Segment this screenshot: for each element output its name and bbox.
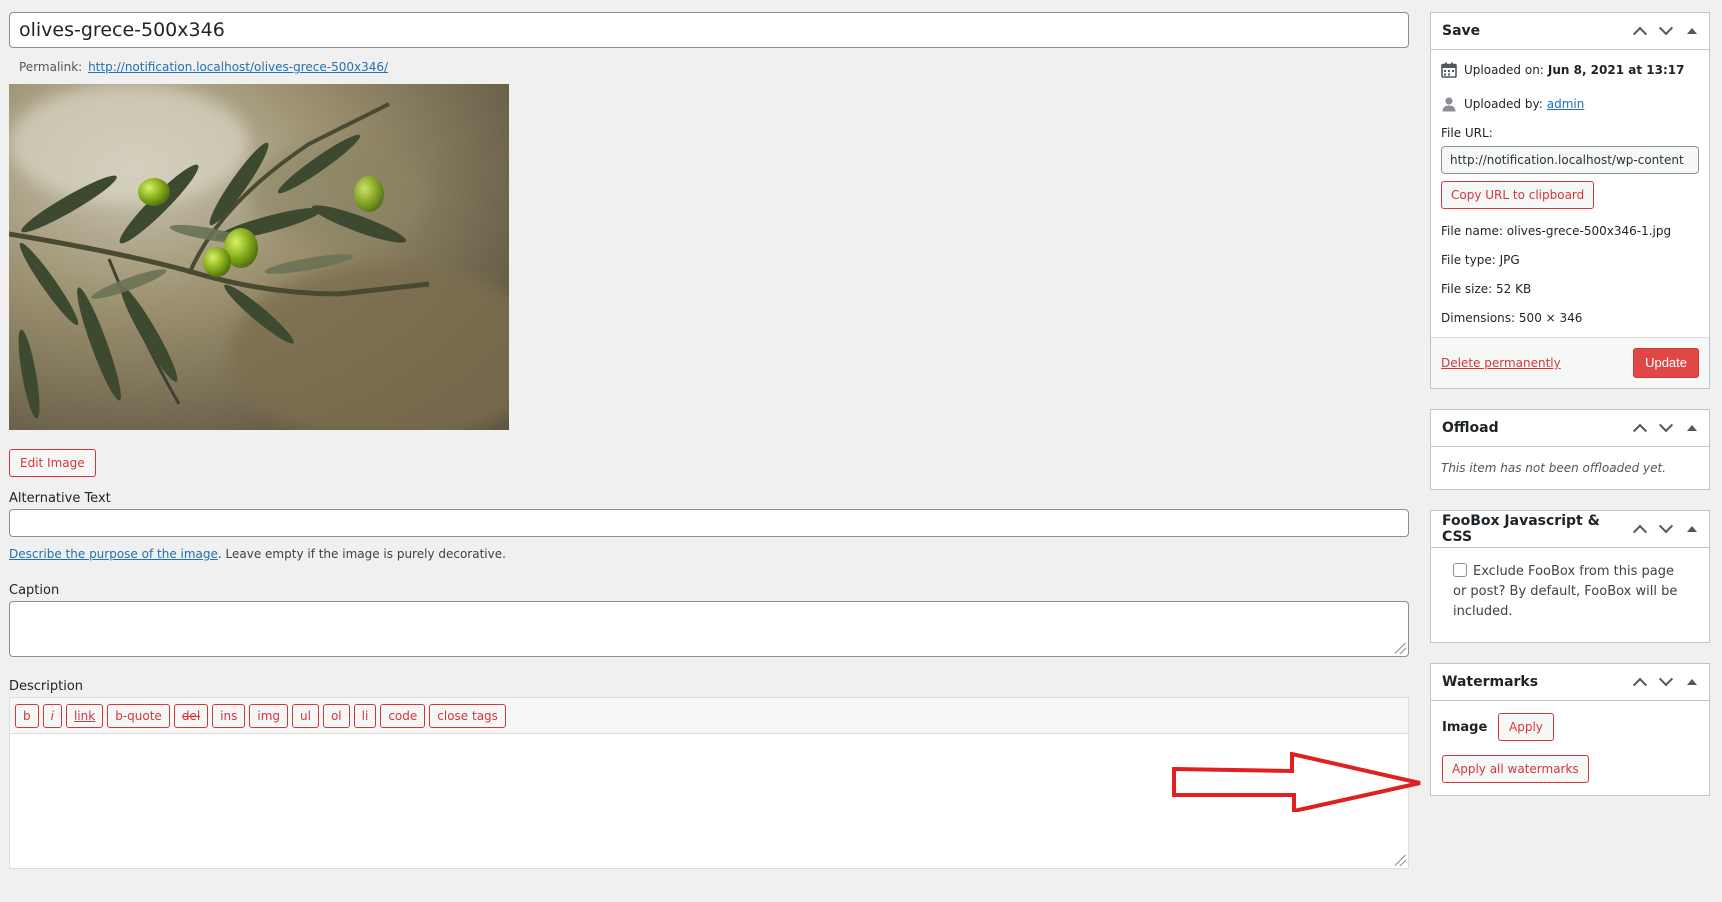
move-up-icon[interactable] xyxy=(1627,18,1653,44)
foobox-box-body: Exclude FooBox from this page or post? B… xyxy=(1431,548,1709,642)
dimensions-value: 500 × 346 xyxy=(1518,311,1583,325)
qt-li-button[interactable]: li xyxy=(353,703,377,728)
offload-box-header: Offload xyxy=(1431,410,1709,447)
qt-code-button[interactable]: code xyxy=(380,703,426,728)
offload-box-title: Offload xyxy=(1442,420,1499,436)
uploaded-on-value: Jun 8, 2021 at 13:17 xyxy=(1547,63,1685,77)
file-type-row: File type: JPG xyxy=(1441,253,1699,267)
main-editor: Permalink: http://notification.localhost… xyxy=(9,12,1409,869)
sidebar: Save Uploaded on: Jun 8, 2021 at 13:17 U… xyxy=(1430,12,1710,816)
uploaded-by-row: Uploaded by: admin xyxy=(1441,94,1699,114)
apply-watermark-button[interactable]: Apply xyxy=(1498,713,1554,741)
uploaded-by-label: Uploaded by: xyxy=(1464,97,1543,111)
move-up-icon[interactable] xyxy=(1627,516,1653,542)
alt-text-label: Alternative Text xyxy=(9,491,111,506)
file-type-value: JPG xyxy=(1499,253,1520,267)
caption-textarea[interactable] xyxy=(9,601,1409,657)
watermark-image-label: Image xyxy=(1442,719,1488,735)
resize-grip-icon[interactable] xyxy=(1395,643,1406,654)
alt-text-help-link[interactable]: Describe the purpose of the image xyxy=(9,547,218,561)
apply-all-watermarks-button[interactable]: Apply all watermarks xyxy=(1442,755,1589,783)
move-up-icon[interactable] xyxy=(1627,669,1653,695)
quicktags-toolbar: b i link b-quote del ins img ul ol li co… xyxy=(10,698,1408,734)
move-down-icon[interactable] xyxy=(1653,516,1679,542)
caption-label: Caption xyxy=(9,583,60,598)
watermarks-box-title: Watermarks xyxy=(1442,674,1539,690)
resize-grip-icon[interactable] xyxy=(1395,855,1406,866)
foobox-box-title: FooBox Javascript & CSS xyxy=(1442,513,1600,545)
move-down-icon[interactable] xyxy=(1653,415,1679,441)
copy-url-button[interactable]: Copy URL to clipboard xyxy=(1441,181,1595,209)
alt-text-input[interactable] xyxy=(9,509,1409,537)
file-type-label: File type: xyxy=(1441,253,1496,267)
qt-link-button[interactable]: link xyxy=(65,703,104,728)
file-name-row: File name: olives-grece-500x346-1.jpg xyxy=(1441,224,1699,238)
qt-italic-button[interactable]: i xyxy=(42,703,62,728)
watermarks-box-header: Watermarks xyxy=(1431,664,1709,701)
file-name-label: File name: xyxy=(1441,224,1503,238)
dimensions-row: Dimensions: 500 × 346 xyxy=(1441,311,1699,325)
permalink-label: Permalink: xyxy=(19,60,83,74)
save-box-body: Uploaded on: Jun 8, 2021 at 13:17 Upload… xyxy=(1431,50,1709,388)
collapse-toggle-icon[interactable] xyxy=(1679,669,1705,695)
qt-ul-button[interactable]: ul xyxy=(292,703,319,728)
user-icon xyxy=(1442,97,1456,112)
alt-text-help: Describe the purpose of the image. Leave… xyxy=(9,547,1409,561)
qt-img-button[interactable]: img xyxy=(249,703,288,728)
file-url-input[interactable]: http://notification.localhost/wp-content xyxy=(1441,146,1699,174)
annotation-arrow-icon xyxy=(1172,752,1421,812)
edit-image-button[interactable]: Edit Image xyxy=(9,449,96,477)
uploaded-on-row: Uploaded on: Jun 8, 2021 at 13:17 xyxy=(1441,60,1699,80)
save-box: Save Uploaded on: Jun 8, 2021 at 13:17 U… xyxy=(1430,12,1710,389)
watermarks-box-body: Image Apply Apply all watermarks xyxy=(1431,701,1709,795)
move-down-icon[interactable] xyxy=(1653,18,1679,44)
alt-text-help-text: . Leave empty if the image is purely dec… xyxy=(217,547,506,561)
watermarks-box: Watermarks Image Apply Apply all waterma… xyxy=(1430,663,1710,796)
save-box-footer: Delete permanently Update xyxy=(1431,337,1709,388)
uploaded-by-link[interactable]: admin xyxy=(1547,97,1585,111)
delete-permanently-link[interactable]: Delete permanently xyxy=(1441,356,1561,370)
qt-close-tags-button[interactable]: close tags xyxy=(429,703,506,728)
move-up-icon[interactable] xyxy=(1627,415,1653,441)
calendar-icon xyxy=(1441,62,1457,78)
file-url-label: File URL: xyxy=(1441,126,1493,140)
description-label: Description xyxy=(9,679,84,694)
permalink-link[interactable]: http://notification.localhost/olives-gre… xyxy=(88,60,388,74)
dimensions-label: Dimensions: xyxy=(1441,311,1516,325)
qt-ins-button[interactable]: ins xyxy=(212,703,246,728)
file-size-value: 52 KB xyxy=(1496,282,1532,296)
collapse-toggle-icon[interactable] xyxy=(1679,415,1705,441)
exclude-foobox-label: Exclude FooBox from this page or post? B… xyxy=(1453,564,1678,619)
update-button[interactable]: Update xyxy=(1633,348,1699,378)
foobox-box: FooBox Javascript & CSS Exclude FooBox f… xyxy=(1430,510,1710,643)
foobox-box-header: FooBox Javascript & CSS xyxy=(1431,511,1709,548)
watermark-image-row: Image Apply xyxy=(1442,713,1699,741)
attachment-image xyxy=(9,84,509,430)
qt-ol-button[interactable]: ol xyxy=(322,703,350,728)
offload-box: Offload This item has not been offloaded… xyxy=(1430,409,1710,490)
title-input[interactable] xyxy=(9,12,1409,48)
permalink-row: Permalink: http://notification.localhost… xyxy=(19,60,1409,74)
file-name-value: olives-grece-500x346-1.jpg xyxy=(1506,224,1672,238)
move-down-icon[interactable] xyxy=(1653,669,1679,695)
file-size-label: File size: xyxy=(1441,282,1493,296)
save-box-header: Save xyxy=(1431,13,1709,50)
qt-blockquote-button[interactable]: b-quote xyxy=(107,703,170,728)
collapse-toggle-icon[interactable] xyxy=(1679,516,1705,542)
collapse-toggle-icon[interactable] xyxy=(1679,18,1705,44)
qt-bold-button[interactable]: b xyxy=(15,703,39,728)
exclude-foobox-checkbox[interactable] xyxy=(1453,563,1467,577)
save-box-title: Save xyxy=(1442,23,1481,39)
qt-del-button[interactable]: del xyxy=(173,703,209,728)
uploaded-on-label: Uploaded on: xyxy=(1464,63,1544,77)
offload-note: This item has not been offloaded yet. xyxy=(1441,461,1667,475)
file-size-row: File size: 52 KB xyxy=(1441,282,1699,296)
offload-box-body: This item has not been offloaded yet. xyxy=(1431,447,1709,489)
